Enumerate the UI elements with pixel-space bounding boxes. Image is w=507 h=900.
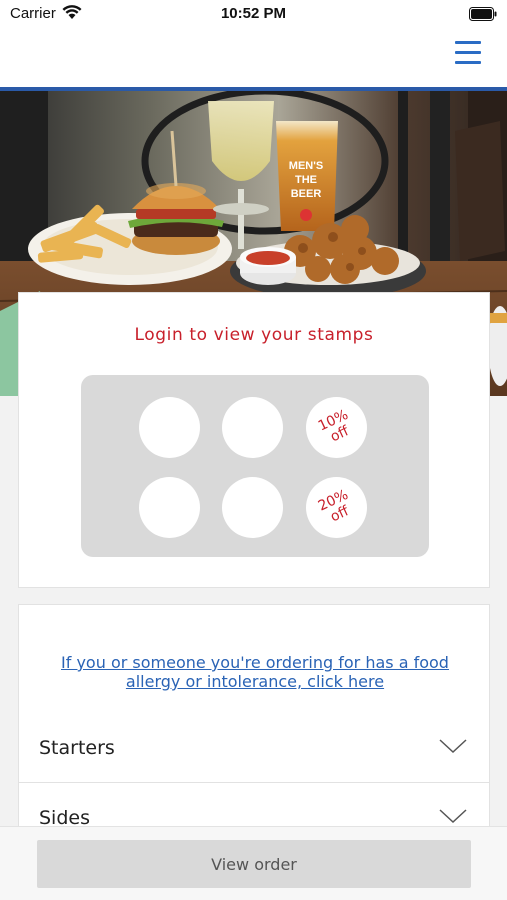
allergy-card: If you or someone you're ordering for ha… xyxy=(18,604,490,714)
chevron-down-icon xyxy=(439,738,467,758)
glass-label-line1: MEN'S xyxy=(289,160,323,172)
login-to-view-stamps-link[interactable]: Login to view your stamps xyxy=(19,325,489,345)
stamp-reward-slot: 20% off xyxy=(306,477,367,538)
glass-label-line3: BEER xyxy=(291,188,322,200)
stamp-grid: 10% off 20% off xyxy=(81,375,429,557)
battery-icon xyxy=(469,7,497,26)
section-label: Starters xyxy=(39,737,115,759)
reward-label: 10% off xyxy=(296,387,377,468)
stamp-slot xyxy=(139,397,200,458)
allergy-info-link[interactable]: If you or someone you're ordering for ha… xyxy=(35,653,475,691)
stamp-reward-slot: 10% off xyxy=(306,397,367,458)
app-header xyxy=(0,30,507,91)
chevron-down-icon xyxy=(439,808,467,828)
stamp-slot xyxy=(139,477,200,538)
footer-bar: View order xyxy=(0,826,507,900)
hamburger-menu-icon[interactable] xyxy=(455,41,483,67)
stamp-slot xyxy=(222,397,283,458)
clock: 10:52 PM xyxy=(220,5,287,22)
menu-section-starters[interactable]: Starters xyxy=(18,713,490,783)
stamp-slot xyxy=(222,477,283,538)
view-order-button[interactable]: View order xyxy=(37,840,471,888)
glass-label-line2: THE xyxy=(295,174,317,186)
status-bar: Carrier 10:52 PM xyxy=(0,0,507,30)
reward-label: 20% off xyxy=(296,467,377,548)
stamp-card: Login to view your stamps 10% off 20% of… xyxy=(18,292,490,588)
